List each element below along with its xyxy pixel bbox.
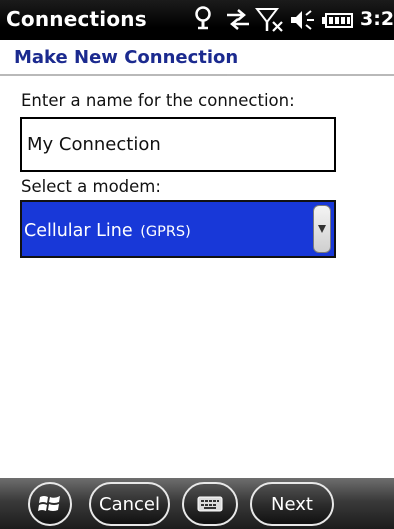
connection-name-input[interactable]: My Connection [20,117,336,172]
speaker-icon [291,10,314,30]
data-transfer-icon [227,9,249,30]
modem-name: Cellular Line [24,221,133,241]
connection-name-value[interactable]: My Connection [27,134,161,155]
keyboard-button[interactable] [182,482,238,526]
start-button[interactable] [28,482,72,526]
battery-icon [322,13,353,28]
modem-selected-value: Cellular Line (GPRS) [24,221,191,241]
app-title: Connections [6,7,147,31]
windows-start-icon [38,496,60,511]
cancel-button[interactable]: Cancel [89,482,170,526]
modem-tech: (GPRS) [140,224,191,240]
modem-dropdown-button[interactable] [313,205,331,253]
no-signal-icon [255,8,283,32]
chevron-down-icon [318,225,326,233]
screen: Connections 3:2 Make New Connection Ente… [0,0,394,529]
page-header: Make New Connection [0,40,394,76]
antenna-icon [195,6,211,30]
modem-select[interactable]: Cellular Line (GPRS) [20,200,336,258]
next-button[interactable]: Next [250,482,334,526]
modem-label: Select a modem: [21,177,161,196]
clock-time[interactable]: 3:29 [360,8,394,30]
page-title: Make New Connection [14,47,239,68]
softkey-bar: Cancel Next [0,478,394,529]
keyboard-icon [197,496,223,512]
connection-name-label: Enter a name for the connection: [21,91,295,110]
title-bar[interactable]: Connections 3:2 [0,0,394,40]
